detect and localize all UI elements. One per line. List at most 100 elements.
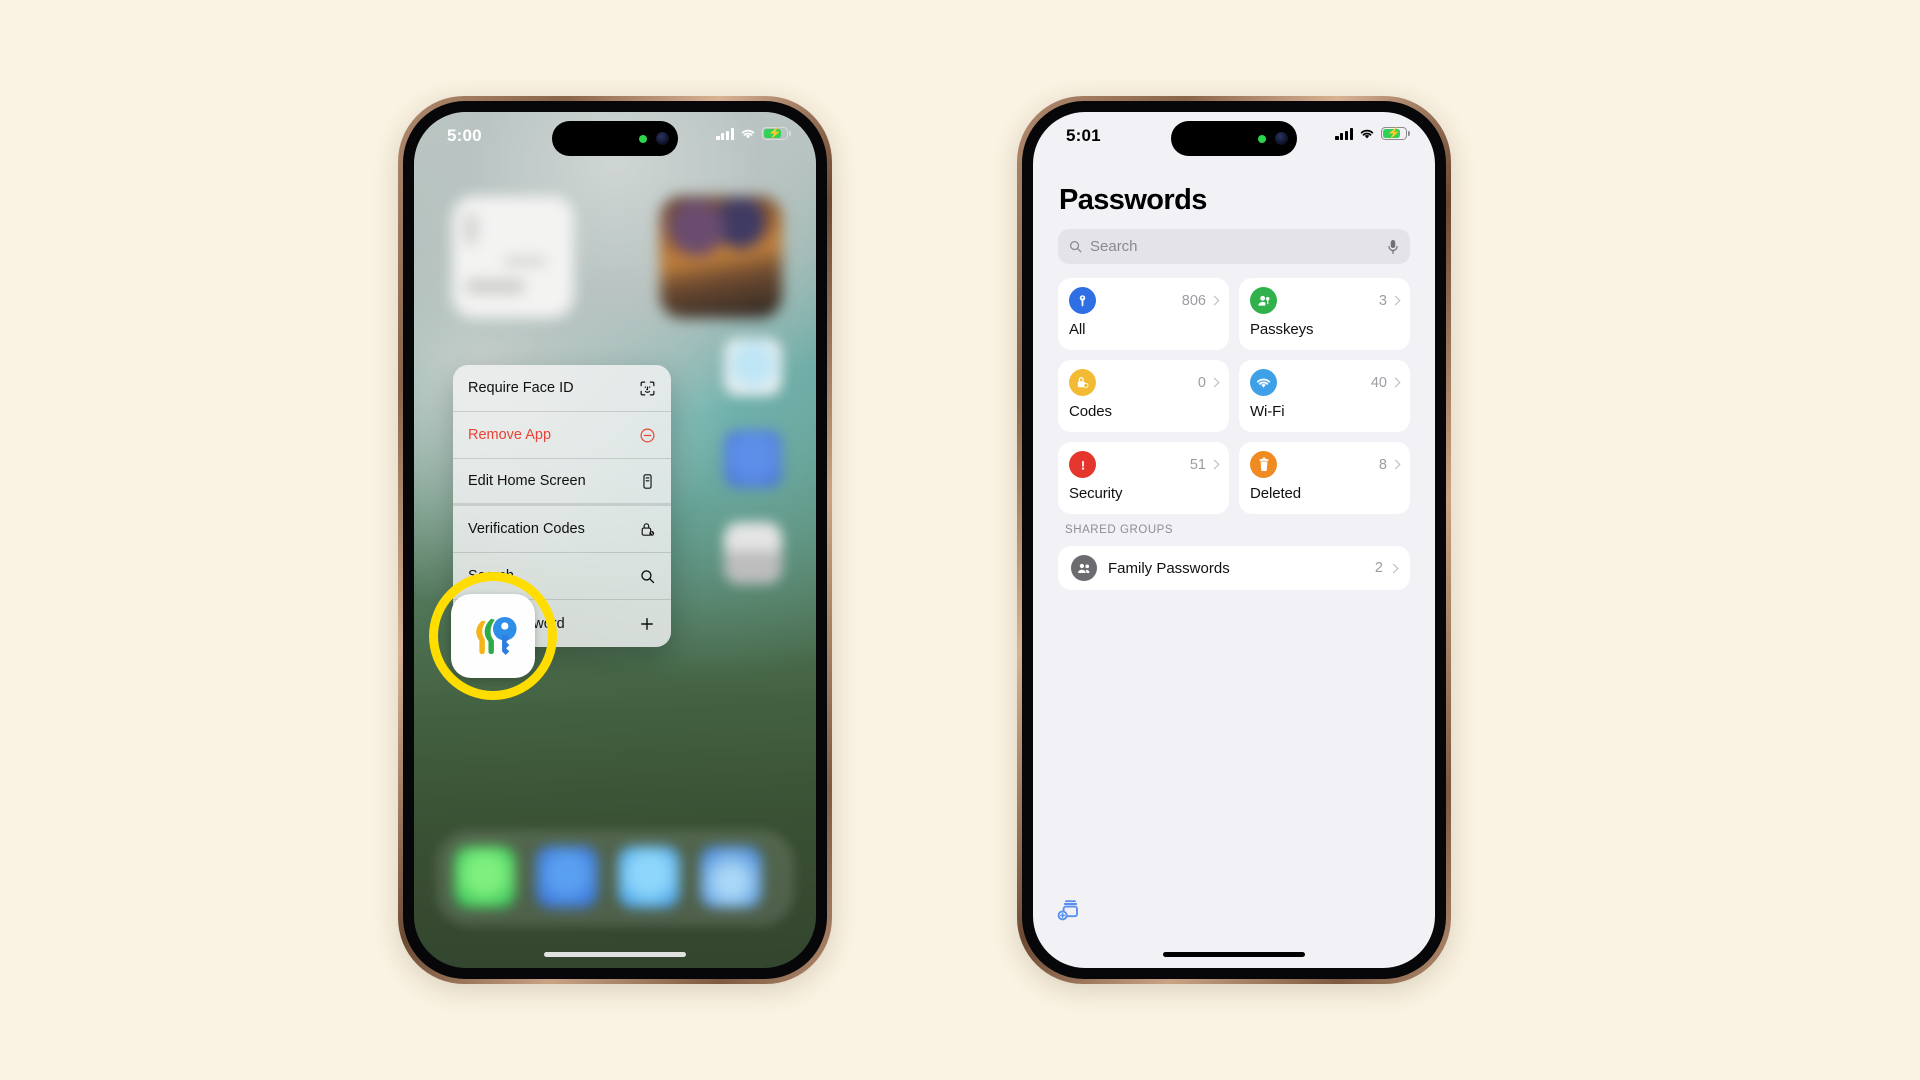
- search-icon: [637, 566, 657, 586]
- context-menu-label: Remove App: [468, 427, 552, 443]
- exclamation-icon: [1069, 451, 1096, 478]
- context-menu-item-require-face-id[interactable]: Require Face ID: [453, 365, 671, 412]
- wifi-icon: [1250, 369, 1277, 396]
- category-card-security[interactable]: 51 Security: [1058, 442, 1229, 514]
- context-menu-item-remove-app[interactable]: Remove App: [453, 412, 671, 459]
- chevron-right-icon: [1390, 295, 1401, 306]
- wifi-icon: [741, 129, 755, 139]
- dynamic-island: [552, 121, 678, 156]
- new-password-icon: [1057, 900, 1078, 921]
- status-indicators-right: ⚡: [1335, 127, 1411, 140]
- context-menu-item-verification-codes[interactable]: Verification Codes: [453, 506, 671, 553]
- category-count-row: 40: [1370, 374, 1401, 391]
- category-card-codes[interactable]: 0 Codes: [1058, 360, 1229, 432]
- green-indicator-dot: [639, 134, 647, 143]
- passkey-person-icon: [1250, 287, 1277, 314]
- screenshot-canvas: Require Face ID Remove App Edit Home Scr…: [0, 0, 1920, 1080]
- category-card-wifi[interactable]: 40 Wi-Fi: [1239, 360, 1410, 432]
- home-app-icon-blurred: [724, 338, 782, 396]
- category-count-row: 8: [1378, 456, 1401, 473]
- signal-bars-icon: [1335, 127, 1353, 140]
- context-menu-label: Edit Home Screen: [468, 473, 586, 489]
- category-count: 40: [1370, 374, 1387, 391]
- front-camera-icon: [1275, 132, 1288, 145]
- dynamic-island: [1171, 121, 1297, 156]
- category-label: Wi-Fi: [1250, 403, 1285, 420]
- category-label: Codes: [1069, 403, 1112, 420]
- category-count: 806: [1181, 292, 1206, 309]
- home-widget-photos: [660, 196, 782, 318]
- category-count-row: 3: [1378, 292, 1401, 309]
- status-time: 5:01: [1066, 126, 1101, 145]
- shared-group-count: 2: [1374, 560, 1383, 576]
- battery-charging-icon: ⚡: [762, 127, 792, 140]
- dock-app-icon-blurred: [536, 846, 598, 908]
- key-icon: [1069, 287, 1096, 314]
- battery-charging-icon: ⚡: [1381, 127, 1411, 140]
- category-count: 8: [1378, 456, 1387, 473]
- context-menu-label: Verification Codes: [468, 521, 585, 537]
- chevron-right-icon: [1388, 563, 1399, 573]
- phone-left-bezel: Require Face ID Remove App Edit Home Scr…: [403, 101, 827, 979]
- dock-app-icon-blurred: [618, 846, 680, 908]
- shared-group-label: Family Passwords: [1108, 559, 1230, 577]
- search-input[interactable]: Search: [1058, 229, 1410, 264]
- status-bar-right: 5:01 ⚡: [1033, 112, 1435, 166]
- home-app-icon-blurred: [724, 430, 782, 488]
- new-password-button[interactable]: [1057, 898, 1083, 924]
- category-count: 0: [1197, 374, 1206, 391]
- category-card-passkeys[interactable]: 3 Passkeys: [1239, 278, 1410, 350]
- chevron-right-icon: [1390, 459, 1401, 470]
- category-label: Passkeys: [1250, 321, 1314, 338]
- category-count-row: 51: [1189, 456, 1220, 473]
- page-title: Passwords: [1059, 184, 1207, 216]
- category-count-row: 0: [1197, 374, 1220, 391]
- home-indicator: [1163, 951, 1305, 957]
- lock-clock-icon: [1069, 369, 1096, 396]
- phone-right: Passwords Search 806 All 3 Passkeys 0 Co…: [1017, 96, 1451, 984]
- dock-app-icon-blurred: [700, 846, 762, 908]
- chevron-right-icon: [1209, 459, 1220, 470]
- status-indicators-left: ⚡: [716, 127, 792, 140]
- category-card-deleted[interactable]: 8 Deleted: [1239, 442, 1410, 514]
- status-bar-left: 5:00 ⚡: [414, 112, 816, 166]
- dock-app-icon-blurred: [454, 846, 516, 908]
- category-label: Deleted: [1250, 485, 1302, 502]
- search-placeholder: Search: [1090, 238, 1138, 255]
- chevron-right-icon: [1209, 377, 1220, 388]
- home-indicator: [544, 951, 686, 957]
- status-time: 5:00: [447, 126, 482, 145]
- trash-icon: [1250, 451, 1277, 478]
- minus-circle-icon: [637, 425, 657, 445]
- plus-icon: [637, 614, 657, 634]
- lock-clock-icon: [637, 519, 657, 539]
- green-indicator-dot: [1258, 134, 1266, 143]
- category-card-all[interactable]: 806 All: [1058, 278, 1229, 350]
- home-widget-notes: [452, 196, 574, 318]
- home-app-icon-blurred: [724, 522, 782, 584]
- category-label: Security: [1069, 485, 1123, 502]
- category-count: 51: [1189, 456, 1206, 473]
- wifi-icon: [1360, 129, 1374, 139]
- phone-right-screen: Passwords Search 806 All 3 Passkeys 0 Co…: [1033, 112, 1435, 968]
- category-label: All: [1069, 321, 1086, 338]
- yellow-highlight-ring: [429, 572, 557, 700]
- front-camera-icon: [656, 132, 669, 145]
- context-menu-item-edit-home-screen[interactable]: Edit Home Screen: [453, 459, 671, 506]
- phone-left-screen: Require Face ID Remove App Edit Home Scr…: [414, 112, 816, 968]
- people-group-icon: [1071, 555, 1097, 581]
- shared-group-row-family-passwords[interactable]: Family Passwords 2: [1058, 546, 1410, 590]
- search-icon: [1069, 240, 1082, 253]
- microphone-icon[interactable]: [1386, 239, 1400, 255]
- phone-right-bezel: Passwords Search 806 All 3 Passkeys 0 Co…: [1022, 101, 1446, 979]
- edit-home-screen-icon: [637, 471, 657, 491]
- shared-groups-header: SHARED GROUPS: [1065, 524, 1174, 536]
- chevron-right-icon: [1209, 295, 1220, 306]
- signal-bars-icon: [716, 127, 734, 140]
- category-count: 3: [1378, 292, 1387, 309]
- category-count-row: 806: [1181, 292, 1220, 309]
- context-menu-label: Require Face ID: [468, 380, 574, 396]
- phone-left: Require Face ID Remove App Edit Home Scr…: [398, 96, 832, 984]
- chevron-right-icon: [1390, 377, 1401, 388]
- face-id-icon: [637, 378, 657, 398]
